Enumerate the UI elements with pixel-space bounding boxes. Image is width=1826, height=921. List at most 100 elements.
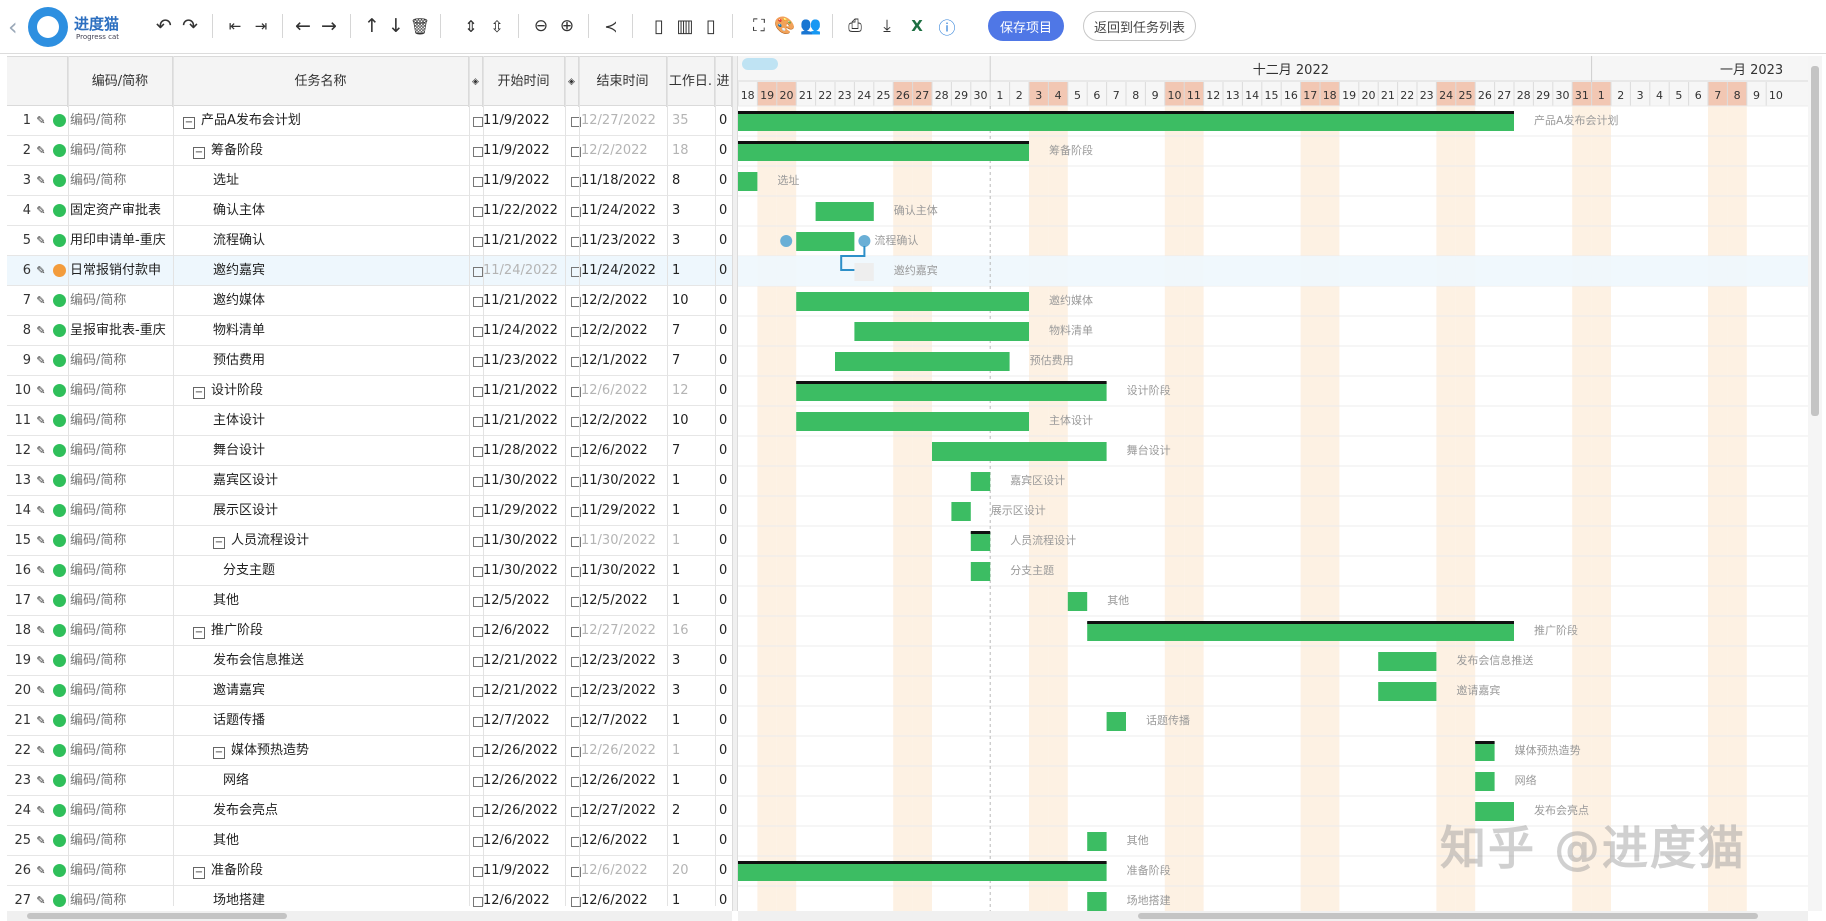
task-name-cell[interactable]: − 准备阶段 <box>173 856 473 886</box>
task-name-cell[interactable]: 其他 <box>173 586 473 616</box>
table-row[interactable]: 26 ✎ 编码/简称 − 准备阶段 11/9/2022 12/6/2022 20 0 <box>7 856 732 886</box>
task-name-cell[interactable]: − 设计阶段 <box>173 376 473 406</box>
task-name-cell[interactable]: − 人员流程设计 <box>173 526 473 556</box>
code-cell[interactable]: 编码/简称 <box>68 856 172 886</box>
table-row[interactable]: 24 ✎ 编码/简称 发布会亮点 12/26/2022 12/27/2022 2 0 <box>7 796 732 826</box>
edit-pencil-icon[interactable]: ✎ <box>34 406 48 436</box>
back-to-task-list-button[interactable]: 返回到任务列表 <box>1083 11 1196 41</box>
start-checkbox[interactable] <box>473 117 483 127</box>
help-icon[interactable]: ⓘ <box>934 10 960 42</box>
duration-cell[interactable]: 1 <box>669 466 711 496</box>
end-date-cell[interactable]: 12/1/2022 <box>567 346 663 376</box>
task-bar[interactable] <box>854 322 1029 341</box>
move-left-icon[interactable]: ← <box>290 10 316 42</box>
progress-cell[interactable]: 0 <box>715 496 732 526</box>
end-date-cell[interactable]: 12/26/2022 <box>567 766 663 796</box>
collapse-toggle-icon[interactable]: − <box>213 537 225 549</box>
task-bar[interactable] <box>1067 592 1088 611</box>
task-name-cell[interactable]: 流程确认 <box>173 226 473 256</box>
code-cell[interactable]: 编码/简称 <box>68 286 172 316</box>
duration-cell[interactable]: 35 <box>669 106 711 136</box>
end-date-cell[interactable]: 12/6/2022 <box>567 826 663 856</box>
task-name-cell[interactable]: 分支主题 <box>173 556 473 586</box>
header-duration[interactable]: 工作日. <box>667 57 715 107</box>
color-palette-icon[interactable]: 🎨 <box>772 10 798 42</box>
table-row[interactable]: 1 ✎ 编码/简称 − 产品A发布会计划 11/9/2022 12/27/2022 35 0 <box>7 106 732 136</box>
export-icon[interactable]: ⤓ <box>874 10 900 42</box>
progress-cell[interactable]: 0 <box>715 316 732 346</box>
task-bar[interactable] <box>1378 652 1437 671</box>
progress-cell[interactable]: 0 <box>715 766 732 796</box>
task-name-cell[interactable]: 邀约媒体 <box>173 286 473 316</box>
task-name-cell[interactable]: 展示区设计 <box>173 496 473 526</box>
end-date-cell[interactable]: 12/6/2022 <box>567 886 663 911</box>
end-date-cell[interactable]: 11/30/2022 <box>567 466 663 496</box>
progress-cell[interactable]: 0 <box>715 646 732 676</box>
code-cell[interactable]: 用印申请单-重庆 <box>68 226 172 256</box>
duration-cell[interactable]: 1 <box>669 766 711 796</box>
task-bar[interactable] <box>1106 712 1126 731</box>
progress-cell[interactable]: 0 <box>715 886 732 911</box>
table-row[interactable]: 4 ✎ 固定资产审批表 确认主体 11/22/2022 11/24/2022 3 0 <box>7 196 732 226</box>
collapse-all-icon[interactable]: ⇳ <box>484 10 510 42</box>
edit-pencil-icon[interactable]: ✎ <box>34 166 48 196</box>
progress-cell[interactable]: 0 <box>715 616 732 646</box>
start-checkbox[interactable] <box>473 657 483 667</box>
start-checkbox[interactable] <box>473 687 483 697</box>
table-row[interactable]: 20 ✎ 编码/简称 邀请嘉宾 12/21/2022 12/23/2022 3 0 <box>7 676 732 706</box>
edit-pencil-icon[interactable]: ✎ <box>34 316 48 346</box>
task-bar[interactable] <box>738 862 1107 881</box>
duration-cell[interactable]: 1 <box>669 496 711 526</box>
end-date-cell[interactable]: 12/27/2022 <box>567 796 663 826</box>
undo-icon[interactable]: ↶ <box>150 10 178 42</box>
end-date-cell[interactable]: 11/30/2022 <box>567 556 663 586</box>
task-name-cell[interactable]: 邀约嘉宾 <box>173 256 473 286</box>
duration-cell[interactable]: 16 <box>669 616 711 646</box>
critical-path-icon[interactable]: ≺ <box>598 10 624 42</box>
start-checkbox[interactable] <box>473 897 483 907</box>
code-cell[interactable]: 编码/简称 <box>68 586 172 616</box>
back-arrow-icon[interactable]: ‹ <box>8 13 18 41</box>
edit-pencil-icon[interactable]: ✎ <box>34 286 48 316</box>
end-date-cell[interactable]: 12/2/2022 <box>567 406 663 436</box>
task-name-cell[interactable]: 发布会信息推送 <box>173 646 473 676</box>
edit-pencil-icon[interactable]: ✎ <box>34 496 48 526</box>
progress-cell[interactable]: 0 <box>715 736 732 766</box>
table-row[interactable]: 6 ✎ 日常报销付款申 邀约嘉宾 11/24/2022 11/24/2022 1 0 <box>7 256 732 286</box>
end-date-cell[interactable]: 12/2/2022 <box>567 316 663 346</box>
task-bar[interactable] <box>738 142 1029 161</box>
delete-icon[interactable]: 🗑 <box>408 10 432 42</box>
outdent-icon[interactable]: ⇤ <box>222 10 248 42</box>
progress-cell[interactable]: 0 <box>715 256 732 286</box>
code-cell[interactable]: 编码/简称 <box>68 826 172 856</box>
duration-cell[interactable]: 3 <box>669 196 711 226</box>
code-cell[interactable]: 编码/简称 <box>68 136 172 166</box>
code-cell[interactable]: 编码/简称 <box>68 526 172 556</box>
code-cell[interactable]: 编码/简称 <box>68 106 172 136</box>
code-cell[interactable]: 固定资产审批表 <box>68 196 172 226</box>
start-checkbox[interactable] <box>473 297 483 307</box>
task-name-cell[interactable]: 确认主体 <box>173 196 473 226</box>
start-checkbox[interactable] <box>473 837 483 847</box>
edit-pencil-icon[interactable]: ✎ <box>34 856 48 886</box>
zoom-in-icon[interactable]: ⊕ <box>554 10 580 42</box>
end-date-cell[interactable]: 11/24/2022 <box>567 256 663 286</box>
code-cell[interactable]: 编码/简称 <box>68 406 172 436</box>
save-project-button[interactable]: 保存项目 <box>988 11 1064 41</box>
collapse-toggle-icon[interactable]: − <box>193 627 205 639</box>
progress-cell[interactable]: 0 <box>715 856 732 886</box>
task-bar[interactable] <box>796 292 1029 311</box>
edit-pencil-icon[interactable]: ✎ <box>34 346 48 376</box>
duration-cell[interactable]: 1 <box>669 526 711 556</box>
edit-pencil-icon[interactable]: ✎ <box>34 466 48 496</box>
duration-cell[interactable]: 1 <box>669 586 711 616</box>
start-checkbox[interactable] <box>473 267 483 277</box>
table-row[interactable]: 27 ✎ 编码/简称 场地搭建 12/6/2022 12/6/2022 1 0 <box>7 886 732 911</box>
task-name-cell[interactable]: − 媒体预热造势 <box>173 736 473 766</box>
edit-pencil-icon[interactable]: ✎ <box>34 886 48 911</box>
collapse-toggle-icon[interactable]: − <box>193 147 205 159</box>
table-row[interactable]: 5 ✎ 用印申请单-重庆 流程确认 11/21/2022 11/23/2022 3 0 <box>7 226 732 256</box>
task-bar[interactable] <box>796 232 855 251</box>
header-code[interactable]: 编码/简称 <box>68 57 173 107</box>
timeline-scroll-arrows-icon[interactable] <box>742 58 778 70</box>
